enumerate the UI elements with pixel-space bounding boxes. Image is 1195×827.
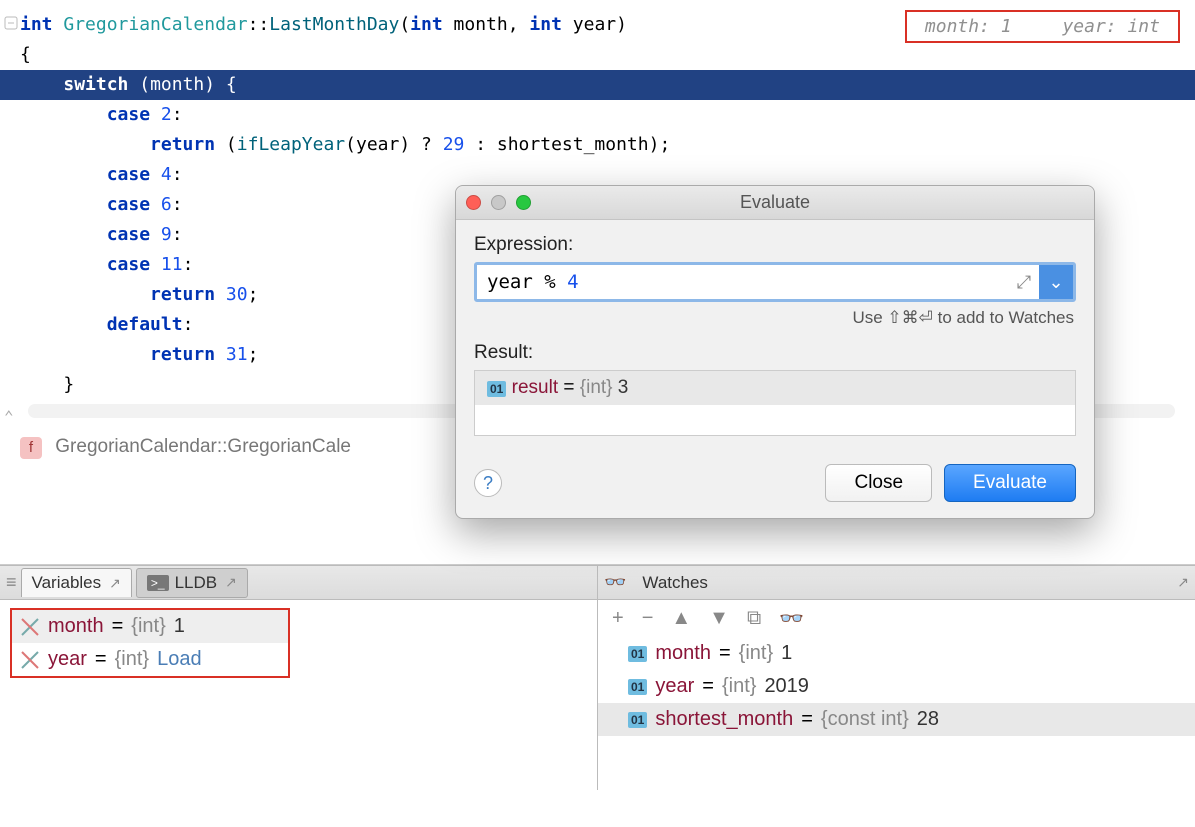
glasses-icon: 👓	[604, 572, 626, 593]
gutter-collapse-icon[interactable]	[4, 14, 18, 28]
hint-year: year: int	[1062, 16, 1160, 37]
dialog-titlebar[interactable]: Evaluate	[456, 186, 1094, 220]
tab-watches[interactable]: Watches	[632, 569, 718, 597]
tab-lldb[interactable]: >_ LLDB↗	[136, 568, 248, 598]
result-row[interactable]: 01 result = {int} 3	[475, 371, 1075, 405]
variable-row[interactable]: year = {int} Load	[12, 643, 288, 676]
move-up-button[interactable]: ▲	[671, 607, 691, 630]
int-badge-icon: 01	[628, 646, 647, 662]
int-badge-icon: 01	[628, 679, 647, 695]
load-link[interactable]: Load	[157, 648, 202, 671]
dialog-title: Evaluate	[456, 192, 1094, 213]
function-badge-icon: f	[20, 437, 42, 459]
int-badge-icon: 01	[487, 381, 506, 397]
tab-variables[interactable]: Variables↗	[21, 568, 132, 597]
console-icon: >_	[147, 575, 169, 591]
variable-icon	[20, 650, 40, 670]
copy-icon[interactable]: ⧉	[747, 607, 761, 630]
expression-input-row: year % 4 ⤢ ⌄	[474, 262, 1076, 302]
remove-watch-button[interactable]: −	[642, 607, 654, 630]
watches-panel: 👓 Watches ↗ + − ▲ ▼ ⧉ 👓 01 month = {int}…	[598, 566, 1195, 790]
int-badge-icon: 01	[628, 712, 647, 728]
execution-line[interactable]: switch (month) {	[0, 70, 1195, 100]
watches-toolbar: + − ▲ ▼ ⧉ 👓	[598, 600, 1195, 637]
dock-icon[interactable]: ↗	[1177, 574, 1189, 591]
history-dropdown-button[interactable]: ⌄	[1039, 265, 1073, 299]
watch-row[interactable]: 01 year = {int} 2019	[598, 670, 1195, 703]
help-button[interactable]: ?	[474, 469, 502, 497]
code-line[interactable]: case 2:	[0, 100, 1195, 130]
shortcut-hint: Use ⇧⌘⏎ to add to Watches	[474, 308, 1074, 328]
result-label: Result:	[474, 342, 1076, 364]
hint-month: month: 1	[925, 16, 1012, 37]
result-box: 01 result = {int} 3	[474, 370, 1076, 436]
code-line[interactable]: return (ifLeapYear(year) ? 29 : shortest…	[0, 130, 1195, 160]
expression-label: Expression:	[474, 234, 1076, 256]
variable-icon	[20, 617, 40, 637]
tab-drag-icon[interactable]: ≡	[6, 572, 17, 593]
add-watch-button[interactable]: +	[612, 607, 624, 630]
code-line[interactable]: {	[0, 40, 1195, 70]
expression-input[interactable]: year % 4	[477, 265, 1009, 299]
close-button[interactable]: Close	[825, 464, 932, 502]
variables-list: month = {int} 1 year = {int} Load	[10, 608, 290, 678]
variable-row[interactable]: month = {int} 1	[12, 610, 288, 643]
expand-icon[interactable]: ↗	[225, 574, 237, 591]
variables-panel: ≡ Variables↗ >_ LLDB↗ month = {int} 1 ye…	[0, 566, 598, 790]
expand-input-icon[interactable]: ⤢	[1009, 265, 1039, 299]
inline-param-hints: month: 1 year: int	[905, 10, 1180, 43]
evaluate-button[interactable]: Evaluate	[944, 464, 1076, 502]
watch-row[interactable]: 01 shortest_month = {const int} 28	[598, 703, 1195, 736]
glasses-icon[interactable]: 👓	[779, 606, 804, 631]
move-down-button[interactable]: ▼	[709, 607, 729, 630]
expand-icon[interactable]: ↗	[109, 575, 121, 592]
fold-handle-icon[interactable]: ⌃	[4, 407, 14, 426]
left-tabs: ≡ Variables↗ >_ LLDB↗	[0, 566, 597, 600]
debug-panel: ≡ Variables↗ >_ LLDB↗ month = {int} 1 ye…	[0, 565, 1195, 790]
evaluate-dialog: Evaluate Expression: year % 4 ⤢ ⌄ Use ⇧⌘…	[455, 185, 1095, 519]
watch-row[interactable]: 01 month = {int} 1	[598, 637, 1195, 670]
breadcrumb-text: GregorianCalendar::GregorianCale	[55, 436, 351, 457]
right-tabs: 👓 Watches ↗	[598, 566, 1195, 600]
